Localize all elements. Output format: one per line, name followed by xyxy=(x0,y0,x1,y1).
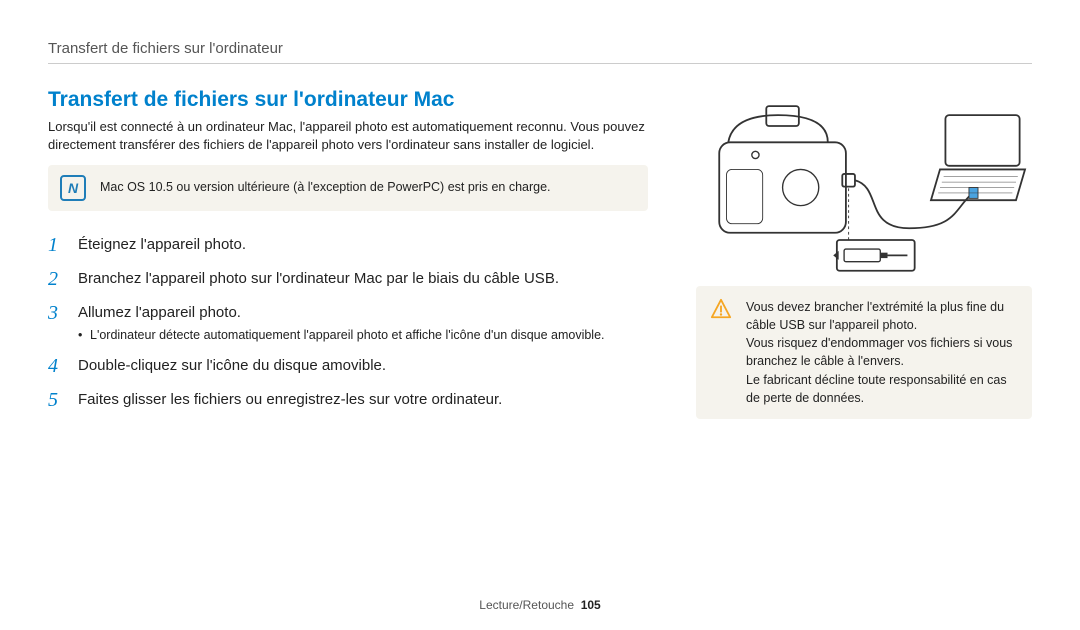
illustration-svg xyxy=(696,88,1032,278)
info-note-icon: N xyxy=(60,175,86,201)
step-number: 4 xyxy=(48,354,64,378)
page: Transfert de fichiers sur l'ordinateur T… xyxy=(0,0,1080,630)
step-5: 5 Faites glisser les fichiers ou enregis… xyxy=(48,388,648,412)
content-columns: Transfert de fichiers sur l'ordinateur M… xyxy=(48,88,1032,422)
camera-laptop-illustration xyxy=(696,88,1032,278)
step-number: 2 xyxy=(48,267,64,291)
intro-text: Lorsqu'il est connecté à un ordinateur M… xyxy=(48,118,648,153)
step-text: Éteignez l'appareil photo. xyxy=(78,233,246,255)
step-4: 4 Double-cliquez sur l'icône du disque a… xyxy=(48,354,648,378)
step-text: Branchez l'appareil photo sur l'ordinate… xyxy=(78,267,559,289)
step-text: Faites glisser les fichiers ou enregistr… xyxy=(78,388,502,410)
left-column: Transfert de fichiers sur l'ordinateur M… xyxy=(48,88,648,422)
step-2: 2 Branchez l'appareil photo sur l'ordina… xyxy=(48,267,648,291)
step-text-with-sub: Allumez l'appareil photo. L'ordinateur d… xyxy=(78,301,605,344)
warning-line-1: Vous devez brancher l'extrémité la plus … xyxy=(746,298,1018,334)
breadcrumb: Transfert de fichiers sur l'ordinateur xyxy=(48,40,1032,64)
warning-note-box: Vous devez brancher l'extrémité la plus … xyxy=(696,286,1032,419)
step-3: 3 Allumez l'appareil photo. L'ordinateur… xyxy=(48,301,648,344)
footer-section: Lecture/Retouche xyxy=(479,598,574,612)
right-column: Vous devez brancher l'extrémité la plus … xyxy=(696,88,1032,422)
warning-line-2: Vous risquez d'endommager vos fichiers s… xyxy=(746,334,1018,370)
info-note-box: N Mac OS 10.5 ou version ultérieure (à l… xyxy=(48,165,648,211)
step-list: 1 Éteignez l'appareil photo. 2 Branchez … xyxy=(48,233,648,412)
warning-icon xyxy=(710,298,732,320)
step-text: Allumez l'appareil photo. xyxy=(78,304,241,321)
footer: Lecture/Retouche 105 xyxy=(0,598,1080,612)
step-number: 3 xyxy=(48,301,64,325)
step-number: 1 xyxy=(48,233,64,257)
footer-page-number: 105 xyxy=(581,598,601,612)
step-1: 1 Éteignez l'appareil photo. xyxy=(48,233,648,257)
step-substep: L'ordinateur détecte automatiquement l'a… xyxy=(78,327,605,344)
step-number: 5 xyxy=(48,388,64,412)
warning-line-3: Le fabricant décline toute responsabilit… xyxy=(746,371,1018,407)
info-note-text: Mac OS 10.5 ou version ultérieure (à l'e… xyxy=(100,179,551,197)
warning-text: Vous devez brancher l'extrémité la plus … xyxy=(746,298,1018,407)
step-text: Double-cliquez sur l'icône du disque amo… xyxy=(78,354,386,376)
page-title: Transfert de fichiers sur l'ordinateur M… xyxy=(48,88,648,112)
